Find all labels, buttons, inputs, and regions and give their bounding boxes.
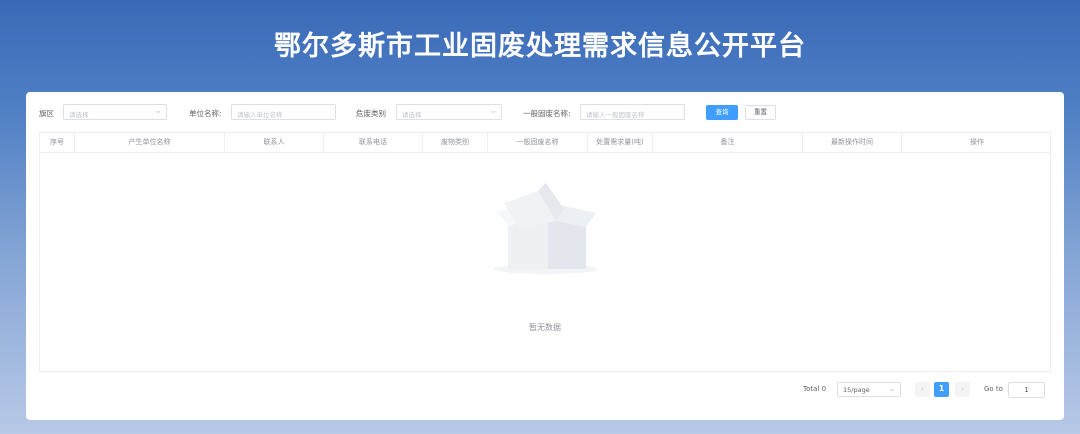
chevron-down-icon: ⌄ [888, 384, 896, 394]
goto-page-input[interactable]: 1 [1008, 382, 1045, 398]
query-button[interactable]: 查询 [706, 105, 738, 120]
main-card: 旗区 请选择 ⌄ 单位名称: 请输入单位名称 危废类别 请选择 ⌄ 一般固废名称… [26, 92, 1064, 420]
waste-name-label: 一般固废名称: [523, 109, 571, 118]
page-size-value: 15/page [843, 386, 870, 394]
next-page-button[interactable]: › [955, 382, 970, 397]
data-table: 序号 产生单位名称 联系人 联系电话 废物类别 一般固废名称 处置需求量(吨) … [39, 132, 1051, 372]
unit-name-input[interactable]: 请输入单位名称 [231, 104, 336, 120]
column-header: 联系电话 [324, 133, 423, 153]
district-select[interactable]: 请选择 ⌄ [63, 104, 167, 120]
goto-label: Go to [984, 385, 1003, 393]
unit-name-label: 单位名称: [189, 109, 222, 118]
column-header: 最新操作时间 [803, 133, 902, 153]
page-title: 鄂尔多斯市工业固废处理需求信息公开平台 [274, 31, 806, 62]
table-header: 序号 产生单位名称 联系人 联系电话 废物类别 一般固废名称 处置需求量(吨) … [40, 133, 1050, 153]
column-header: 操作 [970, 138, 984, 146]
reset-button[interactable]: 重置 [745, 105, 776, 120]
hazard-type-label: 危废类别 [356, 109, 386, 118]
current-page-button[interactable]: 1 [934, 382, 949, 397]
page-size-select[interactable]: 15/page ⌄ [837, 382, 901, 397]
column-header: 备注 [653, 133, 803, 153]
column-header: 联系人 [225, 133, 324, 153]
empty-box-icon [486, 165, 606, 289]
column-header: 产生单位名称 [75, 133, 225, 153]
filter-bar: 旗区 请选择 ⌄ 单位名称: 请输入单位名称 危废类别 请选择 ⌄ 一般固废名称… [26, 104, 1064, 124]
prev-page-button[interactable]: ‹ [915, 382, 930, 397]
chevron-down-icon: ⌄ [489, 106, 497, 116]
empty-text: 暂无数据 [529, 323, 561, 332]
district-label: 旗区 [39, 109, 54, 118]
column-header: 序号 [40, 133, 75, 153]
hazard-type-placeholder: 请选择 [402, 111, 422, 119]
chevron-down-icon: ⌄ [154, 106, 162, 116]
unit-name-placeholder: 请输入单位名称 [237, 111, 283, 119]
column-header: 处置需求量(吨) [588, 133, 653, 153]
total-count: Total 0 [803, 385, 827, 393]
column-header: 一般固废名称 [488, 133, 588, 153]
hazard-type-select[interactable]: 请选择 ⌄ [396, 104, 502, 120]
waste-name-placeholder: 请输入一般固废名称 [586, 111, 645, 119]
waste-name-input[interactable]: 请输入一般固废名称 [580, 104, 685, 120]
pagination: Total 0 15/page ⌄ ‹ 1 › Go to 1 [26, 382, 1064, 398]
column-header: 废物类别 [423, 133, 488, 153]
district-placeholder: 请选择 [69, 111, 89, 119]
